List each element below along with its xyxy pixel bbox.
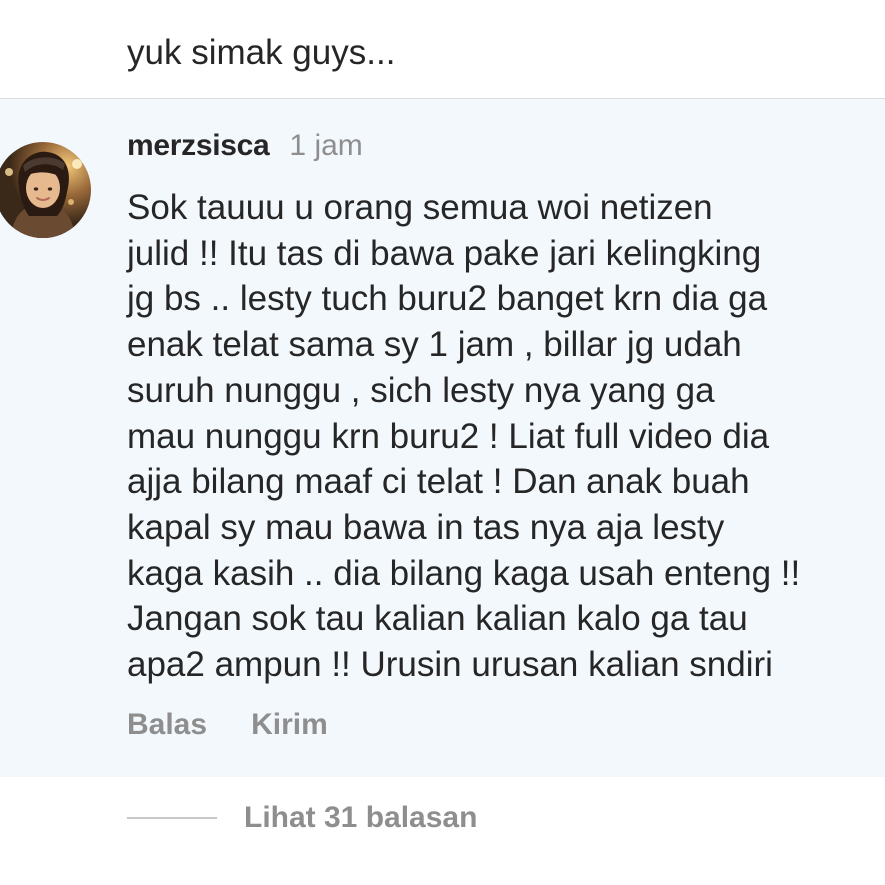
view-replies-button[interactable]: Lihat 31 balasan [127,796,477,840]
previous-comment-text: yuk simak guys... [127,33,396,72]
comment-meta: merzsisca 1 jam [127,124,363,168]
reply-button[interactable]: Balas [127,708,207,742]
comment-line: suruh nunggu , sich lesty nya yang ga [127,370,715,410]
comment-line: kaga kasih .. dia bilang kaga usah enten… [127,553,801,593]
comment-line: enak telat sama sy 1 jam , billar jg uda… [127,325,742,365]
send-button[interactable]: Kirim [251,708,328,742]
comment-line: Jangan sok tau kalian kalian kalo ga tau [127,599,748,639]
comment-actions: Balas Kirim [127,704,328,746]
view-replies-label: Lihat 31 balasan [244,801,478,834]
comment-line: mau nunggu krn buru2 ! Liat full video d… [127,416,770,456]
comment-line: apa2 ampun !! Urusin urusan kalian sndir… [127,645,773,685]
comment-username[interactable]: merzsisca [127,129,270,163]
comment-line: julid !! Itu tas di bawa pake jari kelin… [127,233,762,273]
replies-divider-line [127,817,217,819]
comment-line: Sok tauuu u orang semua woi netizen [127,188,713,227]
comment-body: Sok tauuu u orang semua woi netizen juli… [127,185,877,688]
comment-line: kapal sy mau bawa in tas nya aja lesty [127,507,725,547]
comment-line: jg bs .. lesty tuch buru2 banget krn dia… [127,279,768,319]
comment-line: ajja bilang maaf ci telat ! Dan anak bua… [127,462,750,502]
comment-timestamp: 1 jam [289,129,363,162]
